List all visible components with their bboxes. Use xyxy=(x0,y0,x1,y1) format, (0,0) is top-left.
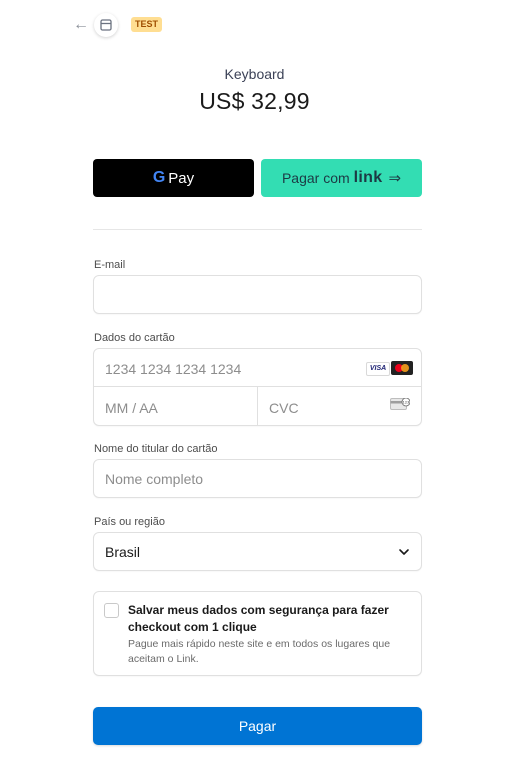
chevron-down-icon xyxy=(399,549,409,555)
card-divider-vertical xyxy=(257,387,258,425)
save-info-title: Salvar meus dados com segurança para faz… xyxy=(128,603,389,634)
email-field-container xyxy=(93,275,422,314)
svg-text:123: 123 xyxy=(403,400,410,404)
mastercard-icon xyxy=(391,361,413,375)
store-icon xyxy=(94,13,118,37)
visa-icon: VISA xyxy=(366,362,390,376)
pay-with-link-button[interactable]: Pagar com link ⇒ xyxy=(261,159,422,197)
pay-button[interactable]: Pagar xyxy=(93,707,422,745)
google-g-icon: G xyxy=(152,169,166,186)
google-pay-label: Pay xyxy=(168,169,195,187)
google-pay-button[interactable]: G Pay xyxy=(93,159,254,197)
cvc-input[interactable] xyxy=(269,400,379,416)
save-info-checkbox[interactable] xyxy=(104,603,119,618)
test-mode-badge: TEST xyxy=(131,17,163,32)
email-input[interactable] xyxy=(105,287,405,303)
country-selected-value: Brasil xyxy=(105,544,141,560)
cardholder-name-container xyxy=(93,459,422,498)
cardholder-name-label: Nome do titular do cartão xyxy=(94,443,218,455)
cvc-card-icon: 123 xyxy=(390,398,410,410)
email-label: E-mail xyxy=(94,259,126,271)
double-arrow-icon: ⇒ xyxy=(388,170,402,187)
expiry-input[interactable] xyxy=(105,400,245,416)
country-select[interactable]: Brasil xyxy=(93,532,422,571)
country-label: País ou região xyxy=(94,516,165,528)
link-brand-logo: link xyxy=(353,169,383,186)
storefront-icon xyxy=(100,19,112,31)
link-button-prefix: Pagar com xyxy=(281,170,350,186)
save-info-description: Pague mais rápido neste site e em todos … xyxy=(128,638,391,665)
back-arrow-icon[interactable]: ← xyxy=(73,16,91,34)
product-price: US$ 32,99 xyxy=(199,88,310,114)
divider xyxy=(93,229,422,230)
card-number-input[interactable] xyxy=(105,361,345,377)
product-name: Keyboard xyxy=(224,66,285,82)
card-details-label: Dados do cartão xyxy=(94,332,175,344)
cardholder-name-input[interactable] xyxy=(105,471,405,487)
card-details-group: VISA 123 xyxy=(93,348,422,426)
save-info-box: Salvar meus dados com segurança para faz… xyxy=(93,591,422,676)
